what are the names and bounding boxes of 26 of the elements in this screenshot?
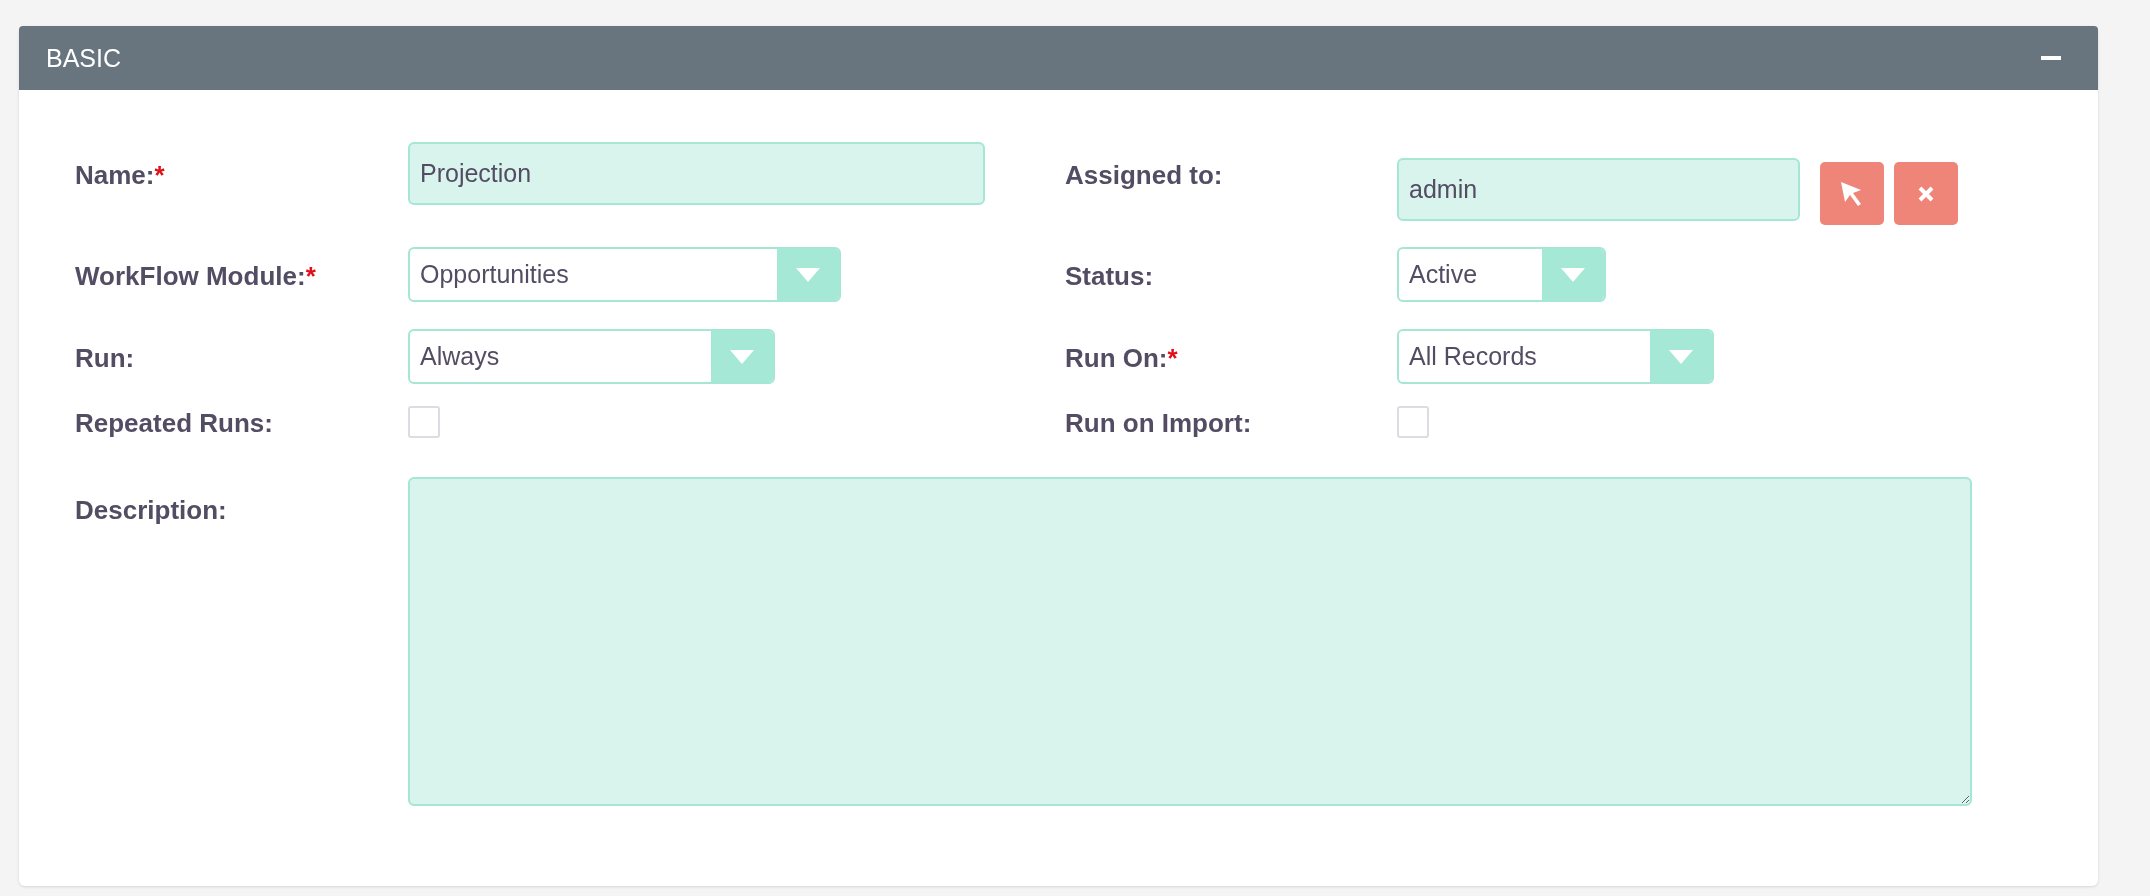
dropdown-arrow-icon	[1669, 349, 1693, 364]
field-label: Description:	[75, 494, 228, 526]
field-label: Assigned to:	[1065, 159, 1224, 191]
dropdown[interactable]: Opportunities	[408, 247, 841, 302]
dropdown-arrow-icon	[730, 349, 754, 364]
panel-title: BASIC	[46, 43, 122, 73]
field-label: Run on Import:	[1065, 407, 1253, 439]
close-icon	[1918, 185, 1934, 202]
field-label: Run On:*	[1065, 342, 1179, 374]
field-label: WorkFlow Module:*	[75, 260, 317, 292]
select-button[interactable]	[1820, 162, 1884, 225]
dropdown[interactable]: Always	[408, 329, 775, 384]
checkbox[interactable]	[1397, 406, 1429, 438]
clear-button[interactable]	[1894, 162, 1958, 225]
checkbox[interactable]	[408, 406, 440, 438]
dropdown[interactable]: All Records	[1397, 329, 1714, 384]
field-label: Status:	[1065, 260, 1155, 292]
field-label: Name:*	[75, 159, 166, 191]
description-field[interactable]	[408, 477, 1972, 806]
field-label: Repeated Runs:	[75, 407, 274, 439]
dropdown-arrow-icon	[796, 267, 820, 282]
field-label: Run:	[75, 342, 136, 374]
name-field[interactable]: Projection	[408, 142, 985, 205]
dropdown[interactable]: Active	[1397, 247, 1606, 302]
dropdown-arrow-icon	[1561, 267, 1585, 282]
assigned-to-field[interactable]: admin	[1397, 158, 1800, 221]
